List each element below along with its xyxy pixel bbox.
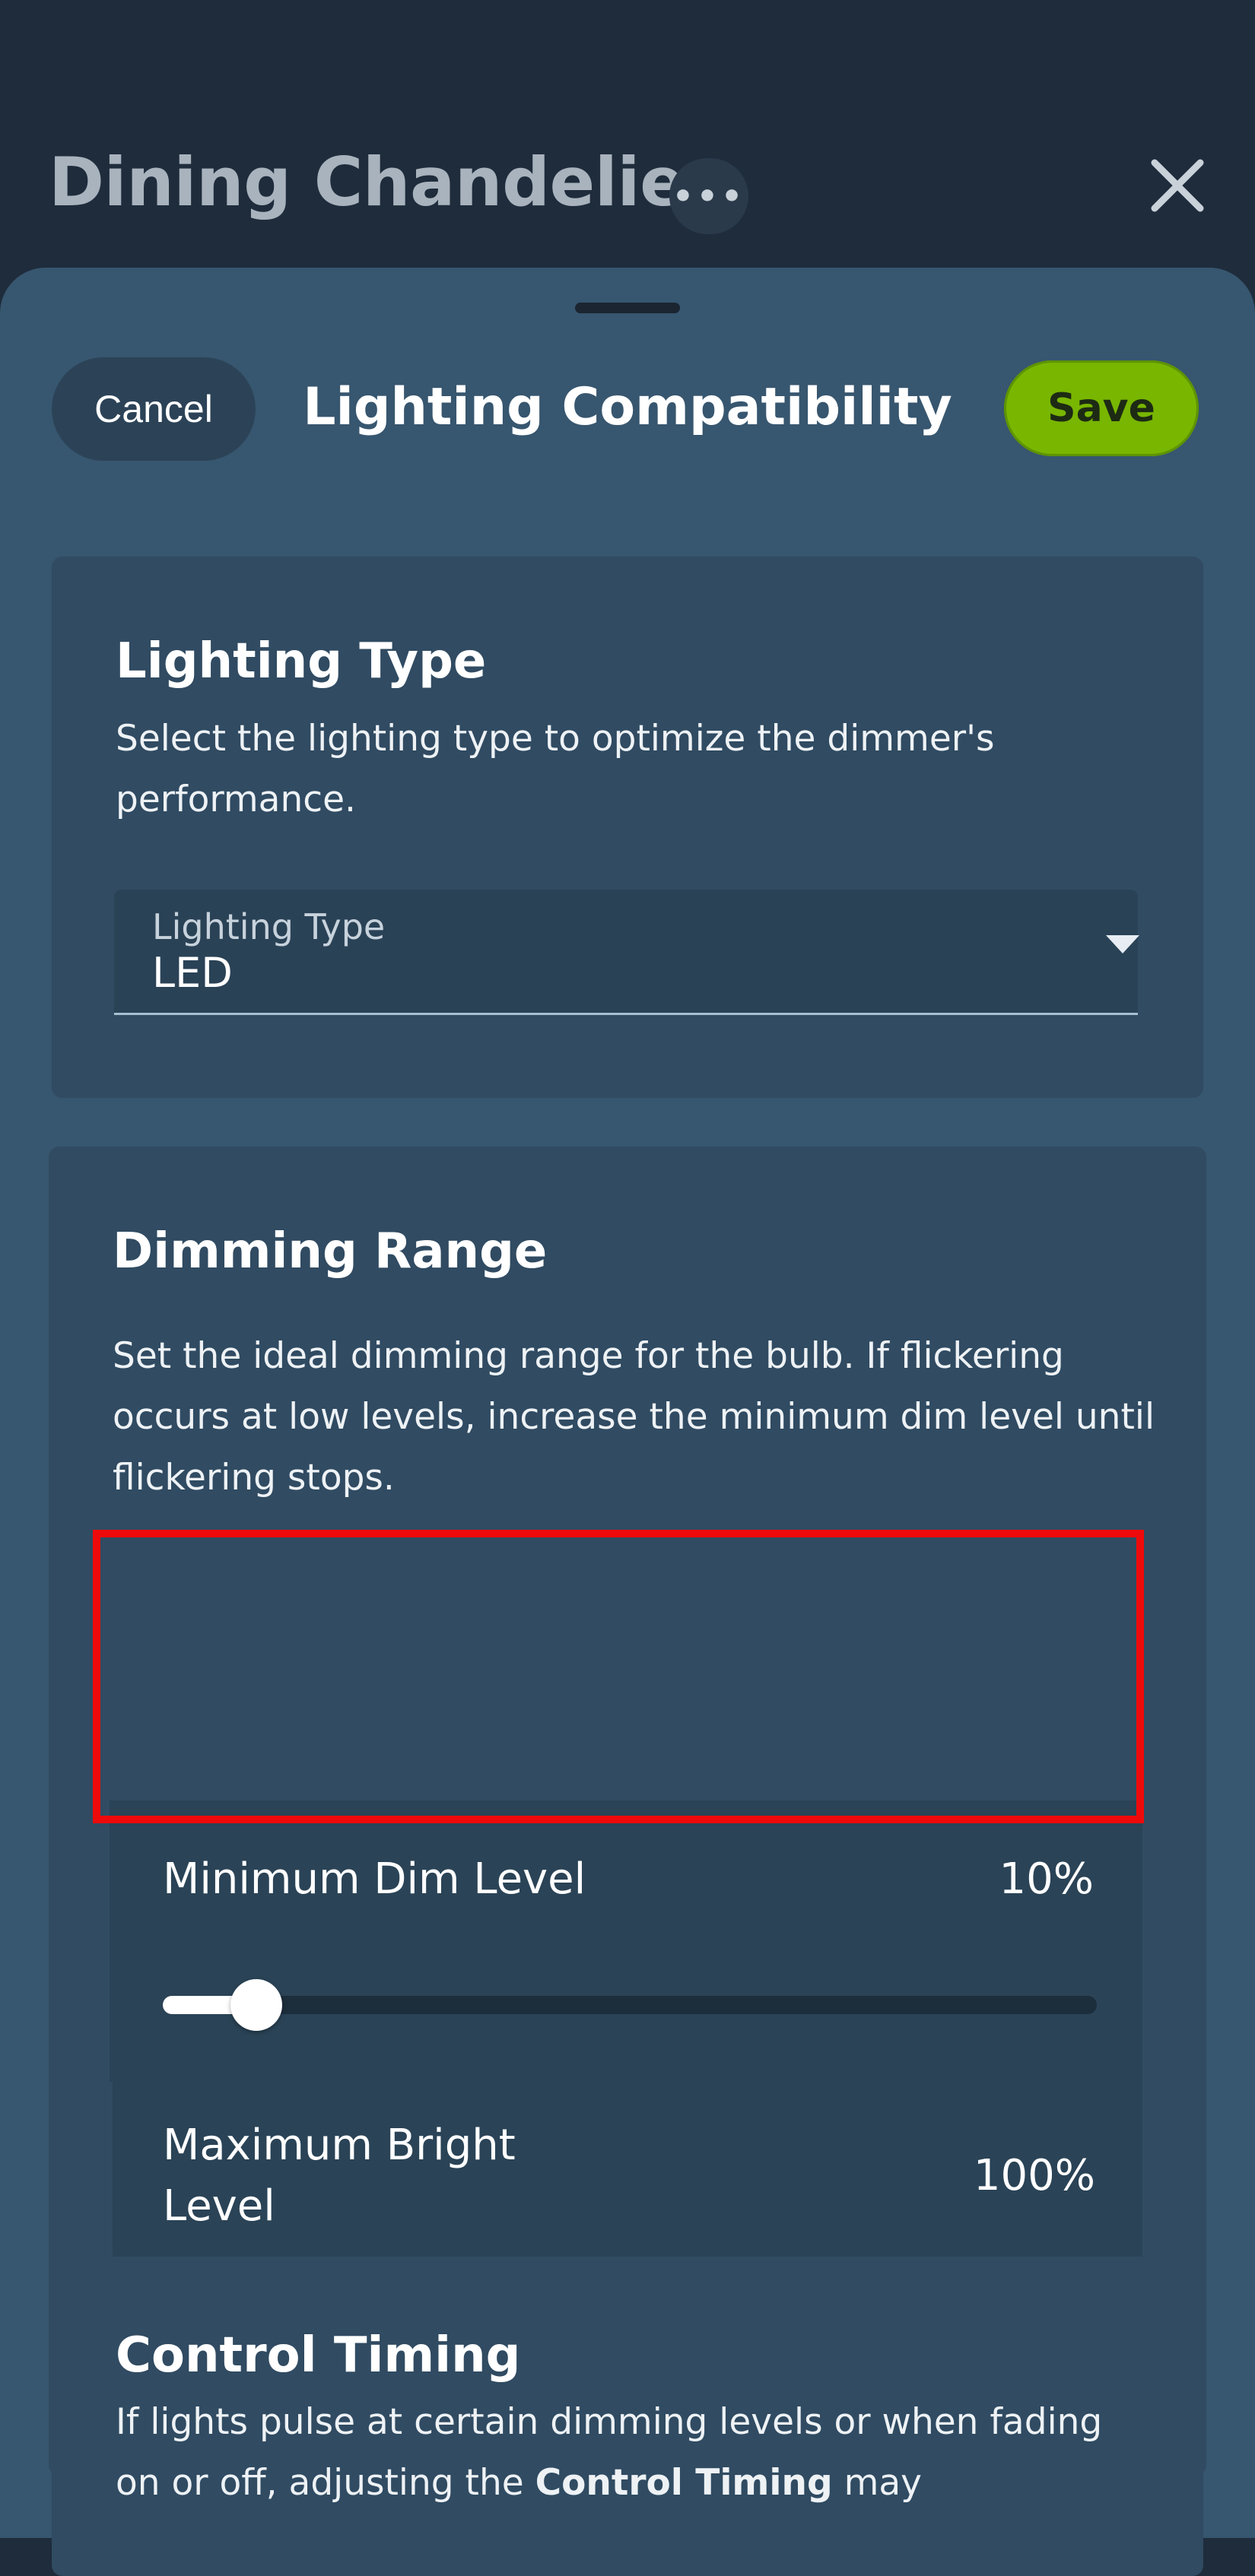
dimming-range-title: Dimming Range: [113, 1223, 548, 1280]
min-dim-level-value: 10%: [999, 1854, 1094, 1904]
device-header: Dining Chandelier •••: [0, 0, 1255, 274]
lighting-type-select-value: LED: [152, 949, 233, 997]
min-dim-level-thumb[interactable]: [230, 1979, 282, 2031]
caret-down-icon: [1106, 935, 1139, 953]
lighting-type-select[interactable]: Lighting Type LED: [114, 890, 1139, 1015]
lighting-compatibility-sheet: Cancel Lighting Compatibility Save Light…: [0, 268, 1255, 2576]
min-dim-level-label: Minimum Dim Level: [163, 1854, 586, 1904]
dimming-range-description: Set the ideal dimming range for the bulb…: [113, 1335, 1155, 1499]
sheet-grabber[interactable]: [575, 303, 680, 313]
device-title: Dining Chandelier: [49, 143, 718, 221]
more-icon: •••: [672, 176, 746, 216]
control-timing-description-end: may: [832, 2462, 922, 2504]
lighting-type-card: Lighting Type Select the lighting type t…: [52, 557, 1203, 1098]
control-timing-description: If lights pulse at certain dimming level…: [116, 2392, 1150, 2514]
save-button[interactable]: Save: [1004, 360, 1199, 456]
cancel-button[interactable]: Cancel: [52, 357, 256, 461]
close-icon[interactable]: [1147, 155, 1208, 216]
sheet-title: Lighting Compatibility: [303, 377, 952, 437]
max-bright-level-value: 100%: [973, 2151, 1095, 2200]
min-dim-level-panel: Minimum Dim Level 10%: [110, 1800, 1142, 2082]
control-timing-title: Control Timing: [116, 2327, 521, 2384]
max-bright-level-label: Maximum Bright Level: [163, 2121, 516, 2231]
lighting-type-select-label: Lighting Type: [152, 906, 386, 947]
lighting-type-title: Lighting Type: [116, 633, 487, 690]
min-dim-level-slider[interactable]: [163, 1979, 1097, 2031]
control-timing-card: Control Timing If lights pulse at certai…: [52, 2257, 1203, 2576]
control-timing-link: Control Timing: [535, 2462, 833, 2504]
more-options-button[interactable]: •••: [669, 158, 748, 234]
lighting-type-description: Select the lighting type to optimize the…: [116, 718, 995, 820]
